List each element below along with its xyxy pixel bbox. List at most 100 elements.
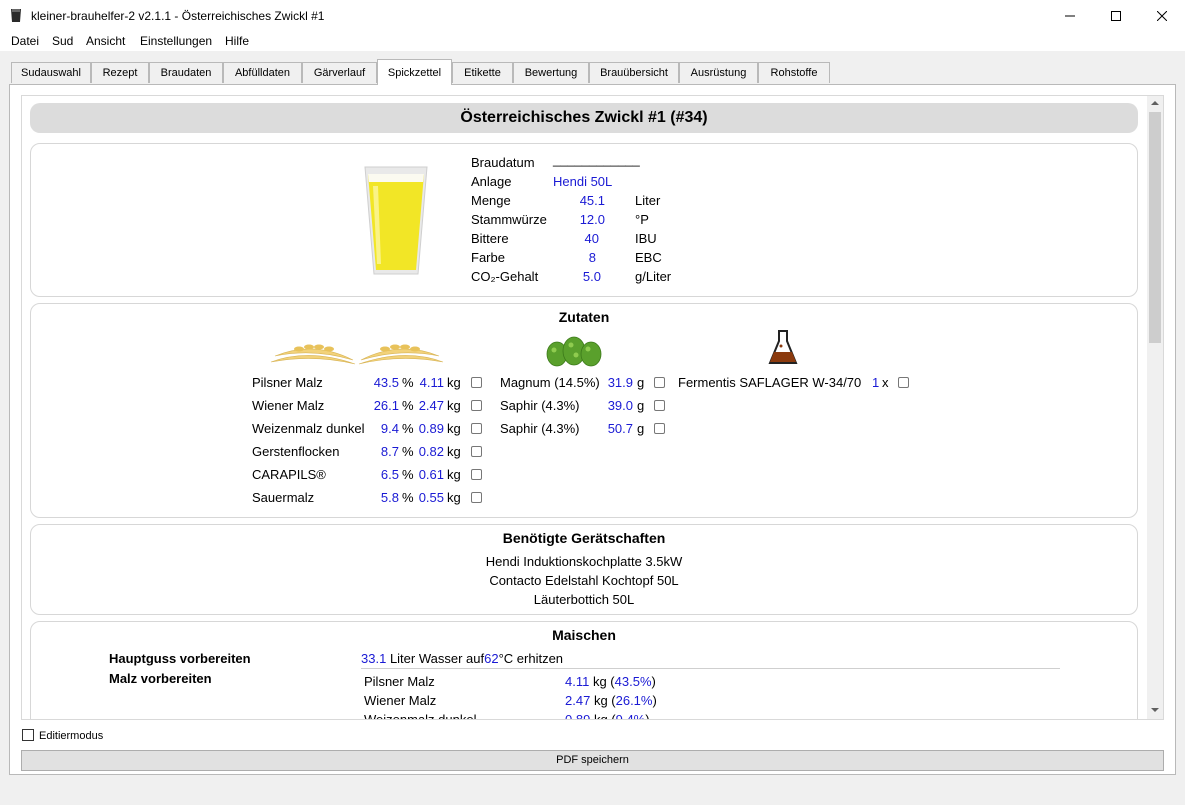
header-bar: Österreichisches Zwickl #1 (#34): [30, 103, 1138, 133]
maischen-title: Maischen: [552, 627, 616, 643]
yeast-checkbox[interactable]: [898, 377, 909, 388]
malt-kg: 2.47: [418, 398, 444, 413]
yeast-unit: x: [882, 375, 889, 390]
minimize-button[interactable]: [1047, 0, 1093, 31]
tab-bewertung[interactable]: Bewertung: [513, 62, 589, 83]
malt-kg: 0.55: [418, 490, 444, 505]
menu-ansicht[interactable]: Ansicht: [86, 34, 125, 48]
vertical-scrollbar[interactable]: [1147, 96, 1163, 719]
braudatum-label: Braudatum: [471, 155, 535, 170]
zutaten-box: Zutaten Pilsner Malz 43.5 % 4.11 kg Wien…: [30, 303, 1138, 518]
info-box: Braudatum ____________ Anlage Hendi 50L …: [30, 143, 1138, 297]
tab-rezept[interactable]: Rezept: [91, 62, 149, 83]
co2-unit: g/Liter: [635, 269, 672, 284]
malt-name: Sauermalz: [252, 490, 315, 505]
malz-row-pct: 26.1%: [615, 693, 653, 708]
tab-braudaten[interactable]: Braudaten: [149, 62, 223, 83]
tab-abfuelldaten[interactable]: Abfülldaten: [223, 62, 302, 83]
window-title: kleiner-brauhelfer-2 v2.1.1 - Österreich…: [31, 9, 325, 23]
hauptguss-text1: Liter Wasser auf: [389, 651, 485, 666]
malt-kg: 4.11: [419, 375, 444, 390]
malt-checkbox[interactable]: [471, 492, 482, 503]
menu-bar: Datei Sud Ansicht Einstellungen Hilfe: [0, 31, 1185, 51]
bittere-label: Bittere: [471, 231, 509, 246]
hauptguss-label: Hauptguss vorbereiten: [109, 651, 251, 666]
tab-rohstoffe[interactable]: Rohstoffe: [758, 62, 830, 83]
malt-checkbox[interactable]: [471, 423, 482, 434]
bittere-value: 40: [584, 231, 599, 246]
hauptguss-temp: 62: [484, 651, 499, 666]
stammwuerze-unit: °P: [635, 212, 649, 227]
anlage-label: Anlage: [471, 174, 512, 189]
stammwuerze-label: Stammwürze: [471, 212, 547, 227]
title-bar: kleiner-brauhelfer-2 v2.1.1 - Österreich…: [0, 0, 1185, 31]
malt-kg: 0.89: [418, 421, 444, 436]
hops-icon: [546, 336, 602, 367]
hauptguss-text: 33.1 Liter Wasser auf62°C erhitzen: [361, 651, 563, 666]
malz-row-values: 0.89 kg (9.4%): [565, 712, 650, 720]
farbe-unit: EBC: [635, 250, 662, 265]
geraete-box: Benötigte Gerätschaften Hendi Induktions…: [30, 524, 1138, 615]
scrollbar-thumb[interactable]: [1149, 112, 1161, 343]
farbe-label: Farbe: [471, 250, 505, 265]
maximize-button[interactable]: [1093, 0, 1139, 31]
hop-amount: 50.7: [607, 421, 633, 436]
menu-datei[interactable]: Datei: [11, 34, 39, 48]
malt-checkbox[interactable]: [471, 446, 482, 457]
bittere-unit: IBU: [635, 231, 657, 246]
malt-name: Pilsner Malz: [252, 375, 323, 390]
hop-checkbox[interactable]: [654, 423, 665, 434]
editiermodus-checkbox[interactable]: [22, 729, 34, 741]
hop-unit: g: [637, 421, 645, 436]
hop-name: Saphir (4.3%): [500, 421, 580, 436]
menu-einstellungen[interactable]: Einstellungen: [140, 34, 212, 48]
malz-row-kg-unit: kg (: [592, 674, 615, 689]
spickzettel-view[interactable]: Österreichisches Zwickl #1 (#34) Braudat…: [21, 95, 1164, 720]
tab-etikette[interactable]: Etikette: [452, 62, 513, 83]
malt-pct: 26.1: [373, 398, 399, 413]
malt-kg: 0.82: [418, 444, 444, 459]
close-button[interactable]: [1139, 0, 1185, 31]
hop-name: Magnum (14.5%): [500, 375, 600, 390]
pdf-save-button[interactable]: PDF speichern: [21, 750, 1164, 771]
hop-checkbox[interactable]: [654, 377, 665, 388]
malz-row-kg: 0.89: [565, 712, 591, 720]
hop-amount: 39.0: [607, 398, 633, 413]
co2-value: 5.0: [582, 269, 601, 284]
malz-row-values: 4.11 kg (43.5%): [565, 674, 656, 689]
braudatum-value: ____________: [553, 152, 640, 167]
tab-sudauswahl[interactable]: Sudauswahl: [11, 62, 91, 83]
app-icon: [11, 9, 21, 22]
hauptguss-amount: 33.1: [361, 651, 387, 666]
menge-unit: Liter: [635, 193, 661, 208]
malt-checkbox[interactable]: [471, 400, 482, 411]
hop-checkbox[interactable]: [654, 400, 665, 411]
beer-glass-icon: [364, 166, 428, 275]
anlage-value: Hendi 50L: [553, 174, 613, 189]
malz-label: Malz vorbereiten: [109, 671, 212, 686]
menu-hilfe[interactable]: Hilfe: [225, 34, 249, 48]
hop-name: Saphir (4.3%): [500, 398, 580, 413]
malz-row-pct: 43.5%: [614, 674, 652, 689]
malz-row-close: ): [645, 712, 650, 720]
malt-pct: 5.8: [380, 490, 399, 505]
malt-pct: 8.7: [380, 444, 399, 459]
malt-name: CARAPILS®: [252, 467, 326, 482]
menu-sud[interactable]: Sud: [52, 34, 73, 48]
yeast-qty: 1: [872, 375, 880, 390]
scroll-up-icon[interactable]: [1151, 100, 1159, 106]
malt-checkbox[interactable]: [471, 469, 482, 480]
malt-kg-unit: kg: [447, 375, 461, 390]
hauptguss-text2: °C erhitzen: [498, 651, 564, 666]
malz-row-close: ): [651, 674, 656, 689]
scroll-down-icon[interactable]: [1151, 707, 1159, 713]
tab-brauuebersicht[interactable]: Brauübersicht: [589, 62, 679, 83]
tab-ausruestung[interactable]: Ausrüstung: [679, 62, 758, 83]
malt-name: Weizenmalz dunkel: [252, 421, 365, 436]
malt-pct: 43.5: [373, 375, 399, 390]
menge-label: Menge: [471, 193, 511, 208]
malt-checkbox[interactable]: [471, 377, 482, 388]
tab-gaerverlauf[interactable]: Gärverlauf: [302, 62, 377, 83]
tab-spickzettel[interactable]: Spickzettel: [377, 59, 452, 85]
editiermodus-label: Editiermodus: [39, 730, 104, 742]
